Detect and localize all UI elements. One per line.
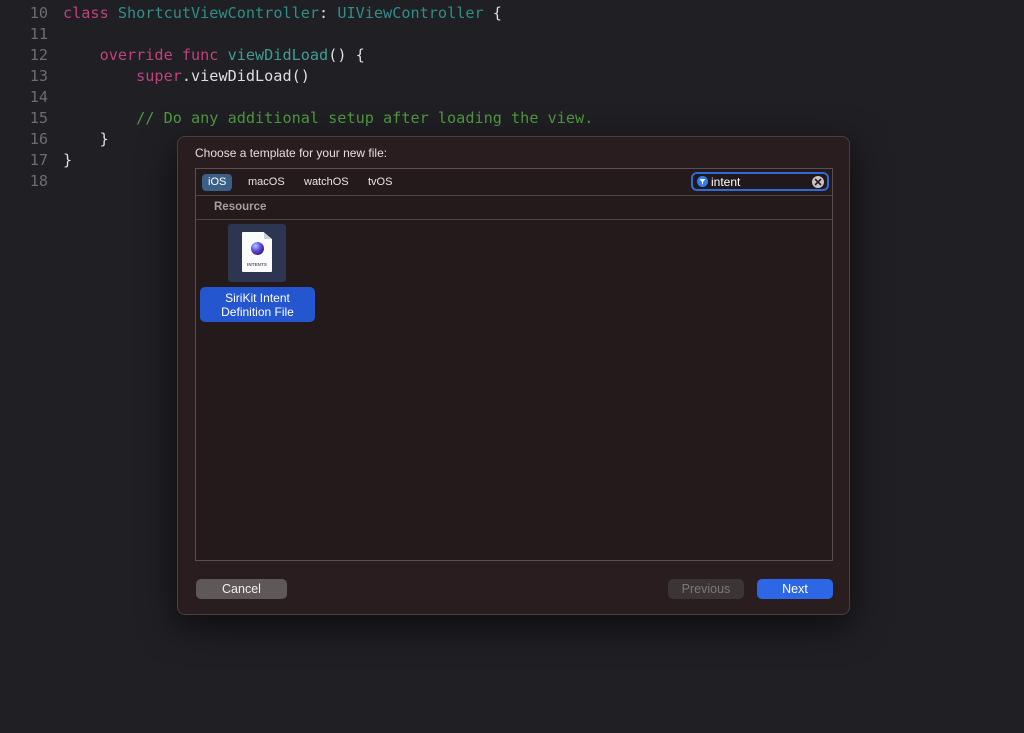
line-code: super.viewDidLoad() [63, 66, 310, 87]
code-token: super [63, 67, 182, 85]
code-token: { [483, 4, 502, 22]
section-header-resource: Resource [196, 197, 832, 220]
tab-tvos[interactable]: tvOS [362, 174, 398, 191]
icon-caption: INTENTS [247, 262, 267, 267]
template-label: SiriKit Intent Definition File [200, 287, 315, 322]
tab-ios[interactable]: iOS [202, 174, 233, 191]
line-number: 15 [29, 109, 48, 127]
platform-tab-bar: iOS macOS watchOS tvOS [196, 169, 832, 196]
next-button[interactable]: Next [757, 579, 833, 599]
code-token: .viewDidLoad() [181, 67, 310, 85]
code-token: viewDidLoad [227, 46, 329, 64]
line-number: 10 [29, 4, 48, 22]
section-label: Resource [214, 201, 267, 213]
template-search-field[interactable] [691, 172, 829, 191]
code-token: UIViewController [337, 4, 484, 22]
intents-file-icon: INTENTS [228, 224, 286, 282]
line-number: 11 [29, 25, 48, 43]
dialog-prompt: Choose a template for your new file: [195, 146, 388, 160]
code-token: class [63, 4, 118, 22]
search-input[interactable] [711, 175, 807, 189]
new-file-template-dialog: Choose a template for your new file: iOS… [177, 136, 850, 615]
tab-macos[interactable]: macOS [242, 174, 291, 191]
cancel-button[interactable]: Cancel [196, 579, 287, 599]
clear-icon[interactable] [812, 176, 824, 188]
line-number: 18 [29, 172, 48, 190]
code-token: // Do any additional setup after loading… [63, 109, 594, 127]
previous-button[interactable]: Previous [668, 579, 744, 599]
tab-watchos[interactable]: watchOS [298, 174, 355, 191]
line-number: 13 [29, 67, 48, 85]
line-number: 14 [29, 88, 48, 106]
code-token: func [181, 46, 228, 64]
document-fold [263, 232, 272, 239]
code-token: } [63, 151, 73, 169]
line-code: override func viewDidLoad() { [63, 45, 365, 66]
line-code: } [63, 129, 109, 150]
code-token: : [319, 4, 338, 22]
line-number: 17 [29, 151, 48, 169]
line-code: } [63, 150, 72, 171]
line-number: 16 [29, 130, 48, 148]
line-number: 12 [29, 46, 48, 64]
template-panel: iOS macOS watchOS tvOS Resource INT [195, 168, 833, 561]
template-item-sirikit-intent[interactable]: INTENTS SiriKit Intent Definition File [200, 224, 315, 322]
siri-orb-icon [251, 242, 264, 255]
code-token: () { [328, 46, 365, 64]
filter-icon[interactable] [697, 176, 708, 187]
code-token: ShortcutViewController [117, 4, 320, 22]
line-code: class ShortcutViewController: UIViewCont… [63, 3, 502, 24]
line-code: // Do any additional setup after loading… [63, 108, 593, 129]
code-token: override [63, 46, 182, 64]
code-token: } [63, 130, 109, 148]
